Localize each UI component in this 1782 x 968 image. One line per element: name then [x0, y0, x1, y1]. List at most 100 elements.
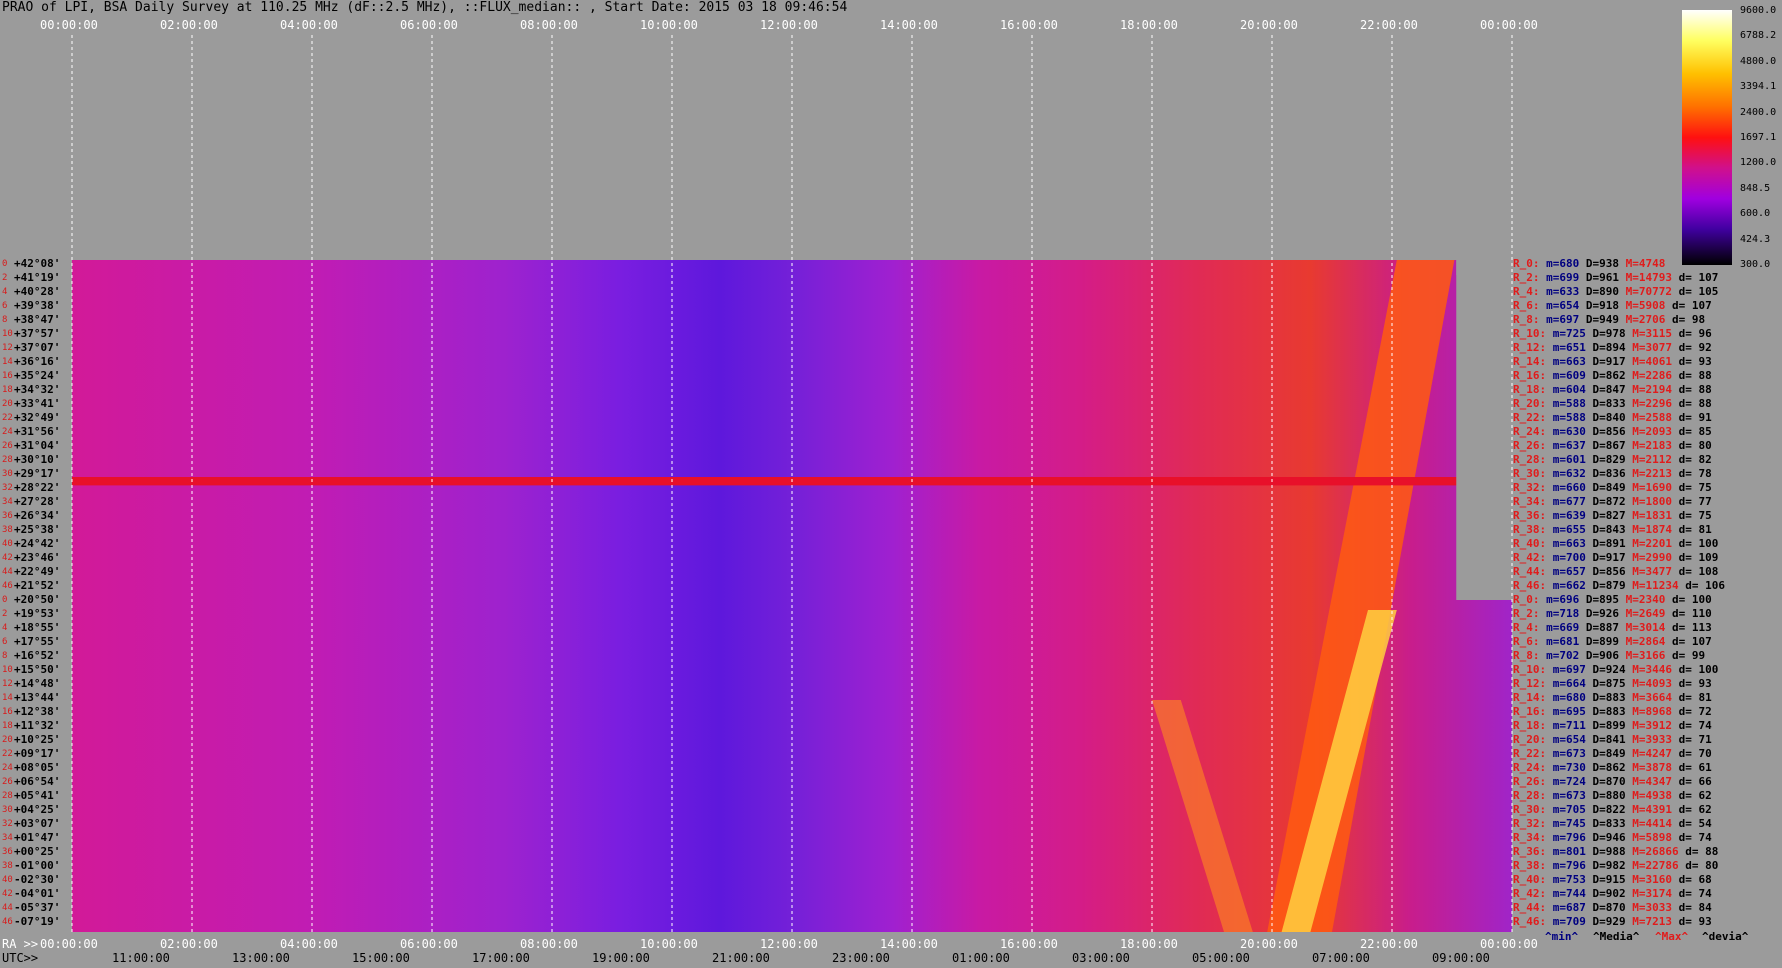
ra-tick-label: 10:00:00	[640, 937, 698, 951]
utc-tick-label: 11:00:00	[112, 951, 170, 965]
top-tick-label: 18:00:00	[1120, 18, 1178, 32]
ra-tick-label: 02:00:00	[160, 937, 218, 951]
colorbar-tick-label: 300.0	[1740, 259, 1771, 270]
top-tick-label: 00:00:00	[40, 18, 98, 32]
row-index: 46	[2, 581, 13, 591]
row-index: 24	[2, 427, 13, 437]
declination-label: +40°28'	[14, 285, 61, 298]
row-stat: R_20: m=654 D=841 M=3933 d= 71	[1513, 733, 1712, 746]
declination-label: +00°25'	[14, 845, 61, 858]
ra-tick-label: 04:00:00	[280, 937, 338, 951]
row-index: 30	[2, 469, 13, 479]
ra-prefix: RA >>	[2, 937, 39, 951]
utc-tick-label: 21:00:00	[712, 951, 770, 965]
row-index: 0	[2, 595, 8, 605]
row-stat: R_8: m=702 D=906 M=3166 d= 99	[1513, 649, 1706, 662]
colorbar-tick-label: 4800.0	[1740, 55, 1777, 67]
row-stat: R_14: m=663 D=917 M=4061 d= 93	[1513, 355, 1712, 368]
declination-label: +24°42'	[14, 537, 61, 550]
ra-tick-label: 22:00:00	[1360, 937, 1418, 951]
declination-label: +11°32'	[14, 719, 61, 732]
declination-label: +37°57'	[14, 327, 61, 340]
declination-label: +34°32'	[14, 383, 61, 396]
row-stat: R_28: m=601 D=829 M=2112 d= 82	[1513, 453, 1712, 466]
declination-label: +03°07'	[14, 817, 61, 830]
declination-label: -02°30'	[14, 873, 61, 886]
row-stat: R_32: m=660 D=849 M=1690 d= 75	[1513, 481, 1712, 494]
row-index: 18	[2, 721, 13, 731]
row-stat: R_28: m=673 D=880 M=4938 d= 62	[1513, 789, 1712, 802]
top-tick-label: 08:00:00	[520, 18, 578, 32]
row-index: 6	[2, 301, 8, 311]
row-index: 2	[2, 609, 8, 619]
row-index: 36	[2, 511, 13, 521]
row-index: 18	[2, 385, 13, 395]
colorbar-tick-label: 9600.0	[1740, 5, 1777, 16]
footer-media: ^Media^	[1593, 930, 1640, 943]
utc-tick-label: 01:00:00	[952, 951, 1010, 965]
declination-label: +08°05'	[14, 761, 61, 774]
row-index: 44	[2, 567, 13, 577]
declination-label: +20°50'	[14, 593, 61, 606]
top-tick-label: 10:00:00	[640, 18, 698, 32]
gap-block-2	[1456, 260, 1520, 275]
footer-max: ^Max^	[1655, 930, 1689, 943]
top-tick-label: 00:00:00	[1480, 18, 1538, 32]
row-stat: R_26: m=724 D=870 M=4347 d= 66	[1513, 775, 1712, 788]
declination-label: +12°38'	[14, 705, 61, 718]
row-stat: R_4: m=633 D=890 M=70772 d= 105	[1513, 285, 1719, 298]
row-index: 8	[2, 651, 8, 661]
utc-tick-label: 19:00:00	[592, 951, 650, 965]
top-tick-label: 02:00:00	[160, 18, 218, 32]
declination-label: +25°38'	[14, 523, 61, 536]
colorbar-tick-label: 2400.0	[1740, 106, 1777, 118]
ra-tick-label: 14:00:00	[880, 937, 938, 951]
top-tick-label: 16:00:00	[1000, 18, 1058, 32]
declination-label: +35°24'	[14, 369, 61, 382]
row-stat: R_26: m=637 D=867 M=2183 d= 80	[1513, 439, 1712, 452]
top-tick-label: 14:00:00	[880, 18, 938, 32]
row-stat: R_22: m=673 D=849 M=4247 d= 70	[1513, 747, 1712, 760]
ra-tick-label: 20:00:00	[1240, 937, 1298, 951]
row-index: 0	[2, 259, 8, 269]
row-index: 20	[2, 735, 13, 745]
colorbar-tick-label: 1697.1	[1740, 132, 1777, 143]
row-index: 28	[2, 455, 13, 465]
row-stat: R_32: m=745 D=833 M=4414 d= 54	[1513, 817, 1712, 830]
row-index: 34	[2, 497, 13, 507]
row-index: 4	[2, 287, 8, 297]
row-index: 22	[2, 749, 13, 759]
row-index: 44	[2, 903, 13, 913]
row-stat: R_18: m=604 D=847 M=2194 d= 88	[1513, 383, 1712, 396]
row-stat: R_24: m=730 D=862 M=3878 d= 61	[1513, 761, 1712, 774]
row-index: 42	[2, 889, 13, 899]
row-index: 46	[2, 917, 13, 927]
row-index: 10	[2, 329, 13, 339]
row-index: 20	[2, 399, 13, 409]
row-index: 28	[2, 791, 13, 801]
declination-label: +17°55'	[14, 635, 61, 648]
declination-label: +33°41'	[14, 397, 61, 410]
declination-label: +19°53'	[14, 607, 61, 620]
ra-tick-label: 00:00:00	[1480, 937, 1538, 951]
row-stat: R_34: m=796 D=946 M=5898 d= 74	[1513, 831, 1712, 844]
colorbar-tick-label: 848.5	[1740, 182, 1771, 194]
footer-min: ^min^	[1545, 930, 1579, 943]
utc-tick-label: 09:00:00	[1432, 951, 1490, 965]
colorbar-tick-label: 424.3	[1740, 233, 1771, 245]
row-stat: R_44: m=657 D=856 M=3477 d= 108	[1513, 565, 1719, 578]
row-stat: R_30: m=632 D=836 M=2213 d= 78	[1513, 467, 1712, 480]
row-index: 16	[2, 707, 13, 717]
declination-label: +16°52'	[14, 649, 61, 662]
row-stat: R_14: m=680 D=883 M=3664 d= 81	[1513, 691, 1712, 704]
row-index: 16	[2, 371, 13, 381]
row-index: 40	[2, 539, 13, 549]
row-index: 8	[2, 315, 8, 325]
declination-label: +42°08'	[14, 257, 61, 270]
row-stat: R_30: m=705 D=822 M=4391 d= 62	[1513, 803, 1712, 816]
row-index: 14	[2, 693, 13, 703]
declination-label: +27°28'	[14, 495, 61, 508]
ra-tick-label: 06:00:00	[400, 937, 458, 951]
row-stat: R_38: m=796 D=982 M=22786 d= 80	[1513, 859, 1719, 872]
row-stat: R_2: m=718 D=926 M=2649 d= 110	[1513, 607, 1712, 620]
